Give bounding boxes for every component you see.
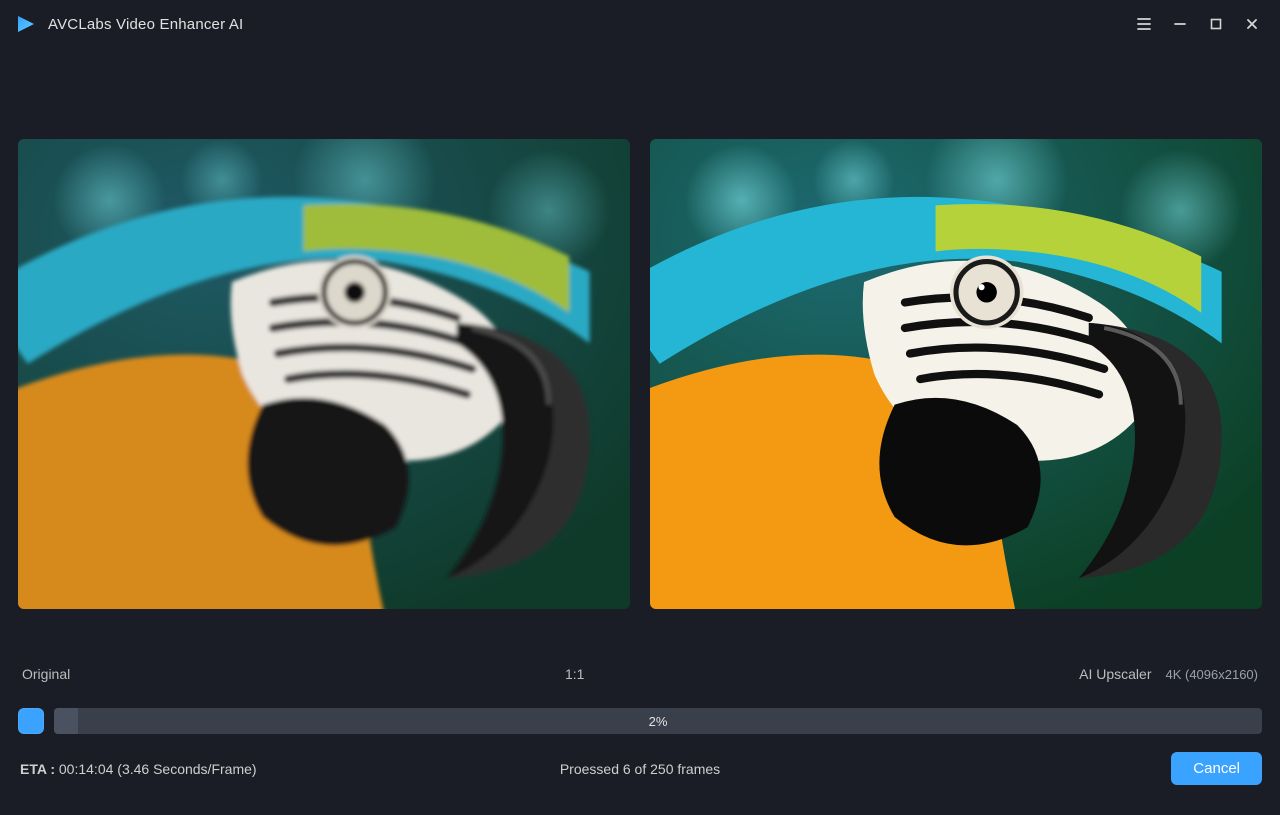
menu-icon[interactable] [1126, 6, 1162, 42]
status-row: ETA : 00:14:04 (3.46 Seconds/Frame) Proe… [18, 752, 1262, 815]
maximize-icon[interactable] [1198, 6, 1234, 42]
titlebar: AVCLabs Video Enhancer AI [0, 0, 1280, 48]
minimize-icon[interactable] [1162, 6, 1198, 42]
resolution-label: 4K (4096x2160) [1165, 667, 1258, 682]
preview-enhanced [650, 139, 1262, 609]
main-content: Original 1:1 AI Upscaler 4K (4096x2160) … [0, 48, 1280, 815]
progress-bar: 2% [18, 708, 1262, 734]
app-logo-icon [14, 13, 36, 35]
cancel-button[interactable]: Cancel [1171, 752, 1262, 785]
progress-track: 2% [54, 708, 1262, 734]
zoom-label: 1:1 [70, 666, 1079, 682]
eta-value: 00:14:04 (3.46 Seconds/Frame) [59, 761, 257, 777]
preview-compare [18, 48, 1262, 666]
close-icon[interactable] [1234, 6, 1270, 42]
app-title: AVCLabs Video Enhancer AI [48, 16, 243, 33]
upscaler-label: AI Upscaler [1079, 666, 1151, 682]
original-label: Original [22, 666, 70, 682]
preview-original [18, 139, 630, 609]
compare-labels: Original 1:1 AI Upscaler 4K (4096x2160) [18, 666, 1262, 708]
progress-fill [54, 708, 78, 734]
progress-percent: 2% [649, 714, 668, 729]
eta-prefix: ETA : [20, 761, 55, 777]
progress-handle[interactable] [18, 708, 44, 734]
